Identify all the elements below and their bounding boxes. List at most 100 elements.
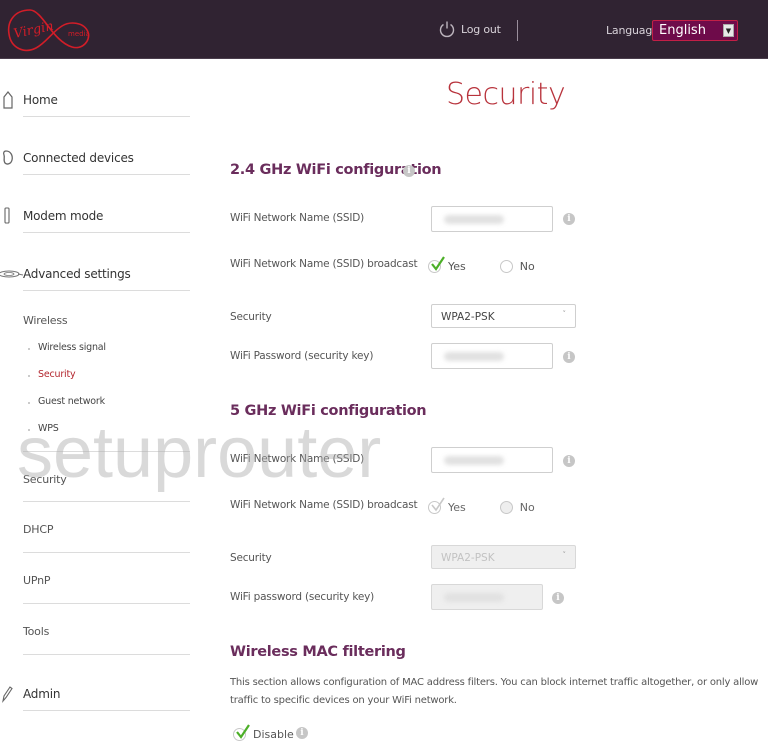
divider (23, 232, 190, 233)
sidebar-item-connected-devices[interactable]: Connected devices (0, 118, 200, 176)
section-title-mac-filtering: Wireless MAC filtering (230, 644, 406, 660)
radio-yes[interactable]: Yes (428, 497, 466, 514)
divider (23, 501, 190, 502)
divider (23, 451, 190, 452)
check-icon (431, 497, 445, 512)
obscured-value (444, 352, 504, 361)
mac-filter-description: This section allows configuration of MAC… (230, 677, 759, 706)
obscured-value (444, 456, 504, 465)
advanced-settings-icon (0, 270, 24, 278)
info-icon[interactable]: i (403, 165, 415, 177)
sidebar-item-home[interactable]: Home (0, 60, 200, 118)
sidebar-item-wireless[interactable]: Wireless (23, 314, 68, 327)
password-label-5ghz: WiFi password (security key) (230, 591, 375, 603)
sidebar-item-wps[interactable]: WPS (38, 423, 59, 434)
logout-label: Log out (461, 22, 501, 36)
bullet (28, 429, 30, 431)
password-input-2-4ghz[interactable] (431, 343, 553, 369)
bullet (28, 402, 30, 404)
sidebar-item-label: Connected devices (23, 151, 134, 165)
divider (23, 116, 190, 117)
radio-no[interactable]: No (499, 260, 535, 273)
mac-filter-disable-checkbox[interactable]: Disable (233, 724, 294, 741)
checkbox-circle (233, 724, 250, 741)
language-value: English (659, 23, 706, 38)
ssid-label-2-4ghz: WiFi Network Name (SSID) (230, 212, 364, 224)
section-title-5ghz: 5 GHz WiFi configuration (230, 403, 427, 419)
info-icon[interactable]: i (552, 592, 564, 604)
radio-label: Yes (448, 501, 466, 514)
divider (23, 174, 190, 175)
password-input-5ghz[interactable] (431, 584, 543, 610)
chevron-down-icon: ▼ (723, 24, 734, 37)
radio-label: No (519, 501, 535, 514)
radio-label: Yes (448, 260, 466, 273)
security-select-5ghz[interactable]: WPA2-PSK ˅ (431, 545, 576, 569)
page-title: Security (446, 77, 566, 112)
radio-yes[interactable]: Yes (428, 256, 466, 273)
sidebar-item-label: Admin (23, 687, 61, 701)
logout-button[interactable]: Log out (438, 20, 501, 38)
sidebar-item-wireless-signal[interactable]: Wireless signal (38, 342, 106, 353)
ssid-input-5ghz[interactable] (431, 447, 553, 473)
select-value: WPA2-PSK (441, 311, 495, 323)
header-divider (517, 20, 518, 41)
top-header: Virgin media Log out Language English ▼ (0, 0, 768, 59)
sidebar-item-wireless-security[interactable]: Security (38, 369, 76, 380)
info-icon[interactable]: i (563, 213, 575, 225)
chevron-down-icon: ˅ (562, 310, 567, 318)
radio-circle (428, 256, 445, 273)
check-icon (236, 724, 250, 739)
radio-circle (499, 260, 513, 273)
ssid-label-5ghz: WiFi Network Name (SSID) (230, 453, 364, 465)
sidebar-item-label: Advanced settings (23, 267, 131, 281)
obscured-value (444, 215, 504, 224)
info-icon[interactable]: i (296, 727, 308, 739)
radio-circle (499, 501, 513, 514)
ssid-broadcast-radio-2-4ghz: Yes No (428, 256, 535, 273)
sidebar-item-advanced-settings[interactable]: Advanced settings (0, 234, 200, 292)
sidebar-item-label: Home (23, 93, 58, 107)
checkbox-label: Disable (253, 728, 294, 741)
sidebar-item-tools[interactable]: Tools (23, 625, 49, 638)
ssid-broadcast-radio-5ghz: Yes No (428, 497, 535, 514)
bullet (28, 348, 30, 350)
bullet (28, 375, 30, 377)
radio-circle (428, 497, 445, 514)
select-value: WPA2-PSK (441, 552, 495, 564)
sidebar-item-guest-network[interactable]: Guest network (38, 396, 105, 407)
ssid-input-2-4ghz[interactable] (431, 206, 553, 232)
sidebar-item-security[interactable]: Security (23, 473, 67, 486)
sidebar-item-upnp[interactable]: UPnP (23, 574, 50, 587)
security-label-5ghz: Security (230, 552, 272, 564)
ssid-broadcast-label-2-4ghz: WiFi Network Name (SSID) broadcast (230, 258, 418, 270)
sidebar-item-label: Modem mode (23, 209, 104, 223)
info-icon[interactable]: i (563, 351, 575, 363)
pencil-icon (2, 686, 13, 703)
radio-no[interactable]: No (499, 501, 535, 514)
svg-text:media: media (68, 30, 90, 38)
sidebar-item-modem-mode[interactable]: Modem mode (0, 176, 200, 234)
chevron-down-icon: ˅ (562, 551, 567, 559)
virgin-media-logo[interactable]: Virgin media (4, 4, 92, 56)
security-label-2-4ghz: Security (230, 311, 272, 323)
divider (23, 290, 190, 291)
check-icon (431, 256, 445, 271)
sidebar-item-dhcp[interactable]: DHCP (23, 523, 53, 536)
power-icon (439, 21, 455, 38)
radio-label: No (519, 260, 535, 273)
sidebar-item-admin[interactable]: Admin (0, 654, 200, 712)
password-label-2-4ghz: WiFi Password (security key) (230, 350, 374, 362)
devices-icon (2, 150, 13, 165)
divider (23, 603, 190, 604)
language-select[interactable]: English ▼ (652, 20, 738, 41)
security-select-2-4ghz[interactable]: WPA2-PSK ˅ (431, 304, 576, 328)
language-label: Language (606, 24, 659, 37)
divider (23, 710, 190, 711)
obscured-value (444, 593, 504, 602)
divider (23, 552, 190, 553)
info-icon[interactable]: i (563, 455, 575, 467)
modem-icon (4, 207, 10, 224)
ssid-broadcast-label-5ghz: WiFi Network Name (SSID) broadcast (230, 499, 418, 511)
home-icon (3, 91, 13, 109)
